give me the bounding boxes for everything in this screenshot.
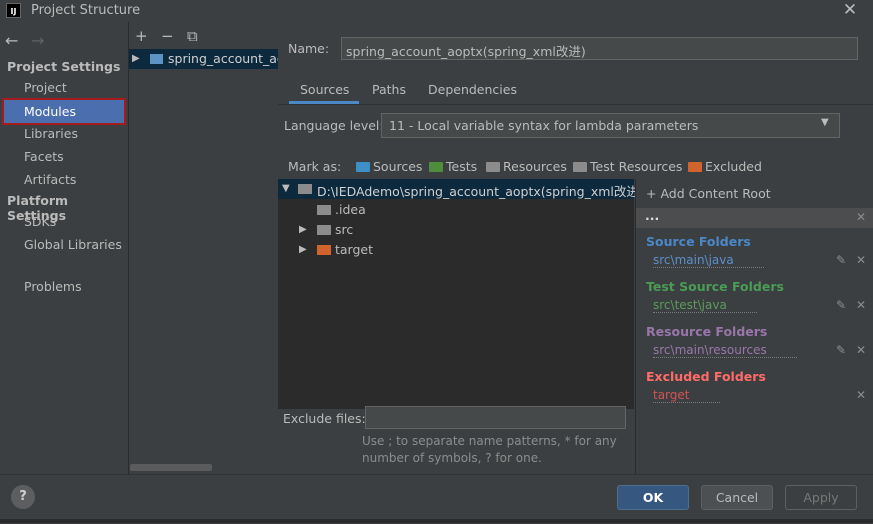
name-label: Name: bbox=[288, 41, 330, 56]
content-tree: ▼ D:\IEDAdemo\spring_account_aoptx(sprin… bbox=[278, 179, 644, 409]
remove-icon[interactable]: ✕ bbox=[856, 253, 866, 267]
nav-item-artifacts[interactable]: Artifacts bbox=[24, 172, 76, 187]
nav-item-sdks[interactable]: SDKs bbox=[24, 214, 56, 229]
mark-tests-button[interactable]: Tests bbox=[429, 159, 477, 174]
back-arrow-icon[interactable]: ← bbox=[5, 31, 18, 50]
add-content-root-button[interactable]: + Add Content Root bbox=[646, 186, 771, 201]
close-icon[interactable]: ✕ bbox=[840, 0, 860, 20]
ok-button[interactable]: OK bbox=[617, 485, 689, 510]
mark-test-resources-button[interactable]: Test Resources bbox=[573, 159, 682, 174]
expand-arrow-icon[interactable]: ▶ bbox=[132, 53, 140, 64]
language-level-label: Language level: bbox=[284, 118, 384, 133]
excluded-folders-title: Excluded Folders bbox=[646, 369, 766, 384]
folder-icon bbox=[298, 184, 312, 194]
apply-button[interactable]: Apply bbox=[785, 485, 857, 510]
remove-root-icon[interactable]: ✕ bbox=[856, 210, 866, 224]
expand-arrow-icon[interactable]: ▶ bbox=[299, 244, 307, 255]
expand-arrow-icon[interactable]: ▶ bbox=[299, 224, 307, 235]
test-resources-folder-icon bbox=[573, 162, 587, 172]
remove-icon[interactable]: ✕ bbox=[856, 388, 866, 402]
tree-root-row[interactable]: ▼ D:\IEDAdemo\spring_account_aoptx(sprin… bbox=[278, 179, 644, 199]
excluded-folder-icon bbox=[688, 162, 702, 172]
tree-root-label: D:\IEDAdemo\spring_account_aoptx(spring_… bbox=[317, 184, 644, 199]
dropdown-arrow-icon[interactable]: ▼ bbox=[821, 117, 829, 128]
tree-item-label: src bbox=[335, 222, 354, 237]
window-bottom-edge bbox=[0, 519, 873, 523]
tree-row-idea[interactable]: .idea bbox=[278, 200, 634, 220]
tree-item-label: target bbox=[335, 242, 374, 257]
nav-item-project[interactable]: Project bbox=[24, 80, 67, 95]
nav-item-modules[interactable]: Modules bbox=[2, 98, 126, 125]
module-list-panel: + − ⧉ ▶ spring_account_aop bbox=[128, 22, 292, 474]
module-settings-panel: Name: spring_account_aoptx(spring_xml改进)… bbox=[278, 22, 873, 474]
resources-folder-icon bbox=[486, 162, 500, 172]
source-folders-title: Source Folders bbox=[646, 234, 751, 249]
resource-folders-title: Resource Folders bbox=[646, 324, 768, 339]
exclude-files-input[interactable] bbox=[365, 406, 626, 429]
edit-pencil-icon[interactable]: ✎ bbox=[836, 343, 846, 357]
test-source-folder-path: src\test\java bbox=[653, 298, 757, 313]
exclude-files-label: Exclude files: bbox=[283, 411, 366, 426]
excluded-folder-icon bbox=[317, 245, 331, 255]
module-list-item[interactable]: ▶ spring_account_aop bbox=[129, 49, 292, 69]
excluded-folder-path: target bbox=[653, 388, 720, 403]
content-roots-panel: + Add Content Root ... ✕ Source Folders … bbox=[635, 179, 873, 474]
tab-paths[interactable]: Paths bbox=[372, 82, 406, 97]
resource-folder-path: src\main\resources bbox=[653, 343, 797, 358]
intellij-app-icon: IJ bbox=[6, 3, 21, 18]
cancel-button[interactable]: Cancel bbox=[701, 485, 773, 510]
edit-pencil-icon[interactable]: ✎ bbox=[836, 253, 846, 267]
tree-row-target[interactable]: ▶ target bbox=[278, 240, 634, 260]
exclude-files-hint: Use ; to separate name patterns, * for a… bbox=[362, 434, 617, 465]
collapse-arrow-icon[interactable]: ▼ bbox=[282, 183, 290, 194]
sources-folder-icon bbox=[356, 162, 370, 172]
tab-dependencies[interactable]: Dependencies bbox=[428, 82, 517, 97]
content-root-path: ... bbox=[645, 208, 660, 223]
remove-icon[interactable]: ✕ bbox=[856, 343, 866, 357]
window-title: Project Structure bbox=[31, 3, 141, 18]
nav-item-problems[interactable]: Problems bbox=[24, 279, 82, 294]
folder-icon bbox=[317, 225, 331, 235]
mark-resources-button[interactable]: Resources bbox=[486, 159, 567, 174]
source-folder-path: src\main\java bbox=[653, 253, 764, 268]
title-bar: IJ Project Structure ✕ bbox=[0, 0, 873, 22]
module-name-input[interactable]: spring_account_aoptx(spring_xml改进) bbox=[341, 37, 858, 60]
folder-icon bbox=[317, 205, 331, 215]
language-level-value: 11 - Local variable syntax for lambda pa… bbox=[389, 118, 699, 133]
settings-nav: ← → Project Settings Project Modules Lib… bbox=[0, 22, 127, 474]
language-level-select[interactable]: 11 - Local variable syntax for lambda pa… bbox=[381, 113, 840, 138]
test-source-folders-title: Test Source Folders bbox=[646, 279, 784, 294]
mark-excluded-button[interactable]: Excluded bbox=[688, 159, 762, 174]
forward-arrow-icon[interactable]: → bbox=[31, 31, 44, 50]
tree-item-label: .idea bbox=[335, 202, 366, 217]
remove-icon[interactable]: ✕ bbox=[856, 298, 866, 312]
remove-module-button[interactable]: − bbox=[161, 27, 174, 45]
copy-module-button[interactable]: ⧉ bbox=[187, 27, 198, 45]
nav-item-modules-label: Modules bbox=[24, 104, 76, 119]
nav-item-libraries[interactable]: Libraries bbox=[24, 126, 78, 141]
tab-divider bbox=[278, 104, 873, 105]
tab-sources[interactable]: Sources bbox=[300, 82, 349, 97]
module-name: spring_account_aop bbox=[168, 51, 293, 66]
add-module-button[interactable]: + bbox=[135, 27, 148, 45]
tree-row-src[interactable]: ▶ src bbox=[278, 220, 634, 240]
nav-item-global-libraries[interactable]: Global Libraries bbox=[24, 237, 122, 252]
tests-folder-icon bbox=[429, 162, 443, 172]
horizontal-scrollbar[interactable] bbox=[130, 464, 212, 471]
dialog-button-bar: ? OK Cancel Apply bbox=[0, 474, 873, 524]
mark-sources-button[interactable]: Sources bbox=[356, 159, 422, 174]
module-folder-icon bbox=[150, 54, 163, 64]
content-root-header: ... ✕ bbox=[636, 208, 873, 228]
project-settings-heading: Project Settings bbox=[7, 59, 121, 74]
help-button[interactable]: ? bbox=[11, 485, 35, 509]
mark-as-label: Mark as: bbox=[288, 159, 342, 174]
edit-pencil-icon[interactable]: ✎ bbox=[836, 298, 846, 312]
nav-item-facets[interactable]: Facets bbox=[24, 149, 64, 164]
